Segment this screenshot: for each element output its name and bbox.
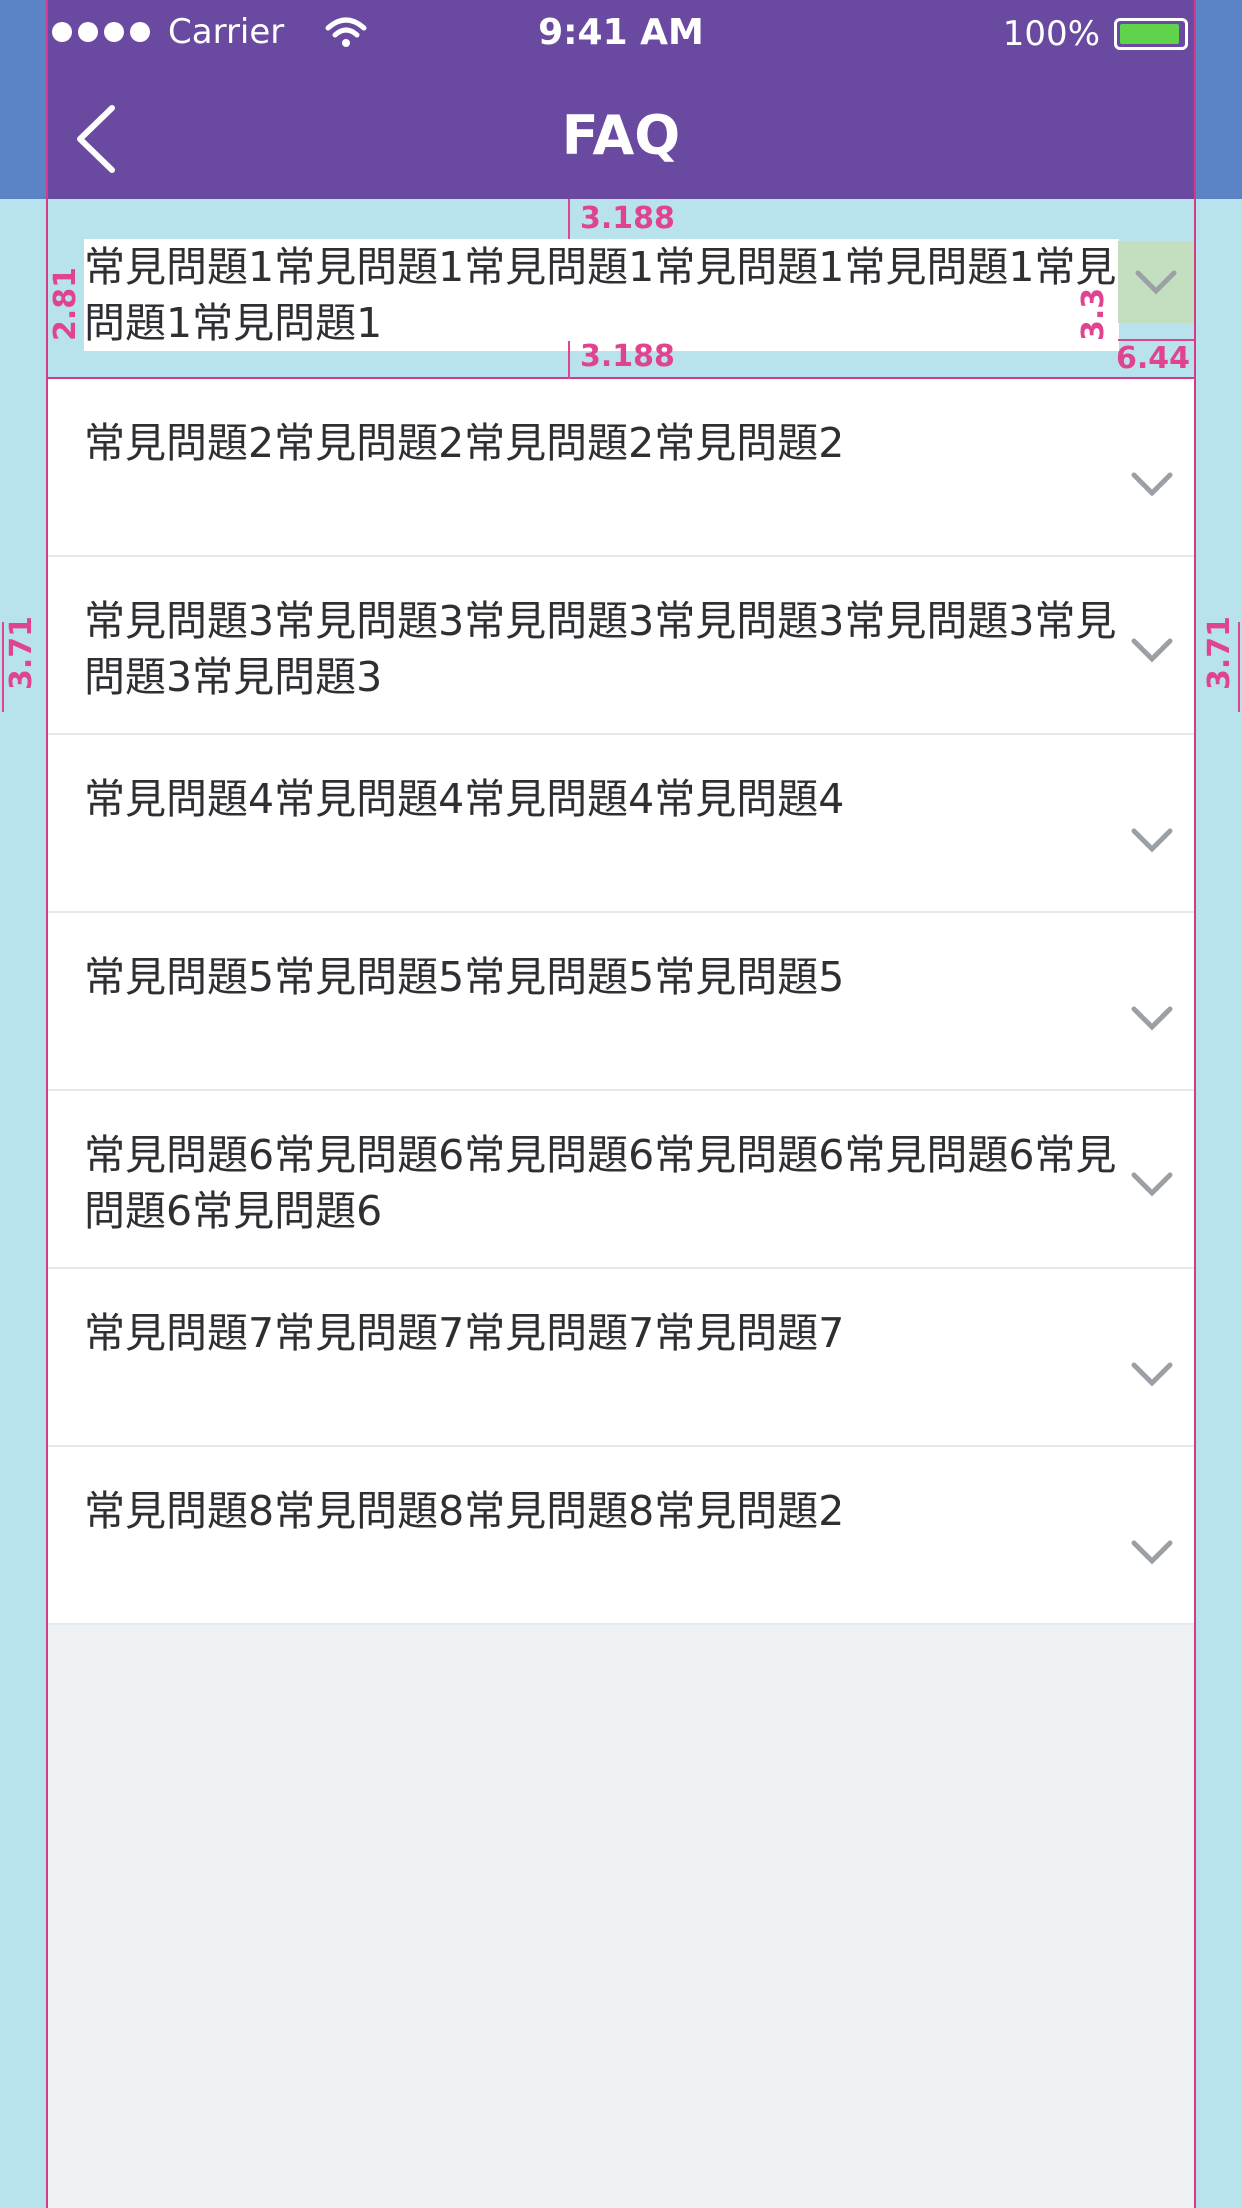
faq-item-7[interactable]: 常見問題7常見問題7常見問題7常見問題7 [48, 1269, 1194, 1447]
chevron-down-icon [1131, 1362, 1173, 1387]
annotation-bottom-gap: 3.188 [580, 339, 675, 374]
faq-item-label: 常見問題2常見問題2常見問題2常見問題2 [84, 419, 845, 467]
annotation-left-gap: 2.81 [48, 266, 83, 341]
faq-item-label: 常見問題4常見問題4常見問題4常見問題4 [84, 775, 845, 823]
app-screen: Carrier 9:41 AM 100% FAQ 常見問題1常見問題1常見問題1… [46, 0, 1196, 2208]
annotation-side-left-line [2, 622, 4, 712]
chevron-down-icon [1135, 270, 1177, 295]
faq-item-label: 常見問題1常見問題1常見問題1常見問題1常見問題1常見問題1常見問題1 [84, 239, 1119, 351]
right-guide-gutter [1196, 0, 1242, 2208]
left-guide-gutter [0, 0, 46, 2208]
status-bar: Carrier 9:41 AM 100% [48, 0, 1194, 66]
faq-item-5[interactable]: 常見問題5常見問題5常見問題5常見問題5 [48, 913, 1194, 1091]
left-guide-cap [0, 0, 46, 199]
faq-item-label: 常見問題8常見問題8常見問題8常見問題2 [84, 1487, 845, 1535]
battery-percent: 100% [1002, 14, 1100, 54]
faq-item-1[interactable]: 常見問題1常見問題1常見問題1常見問題1常見問題1常見問題1常見問題1 3.18… [48, 199, 1194, 379]
chevron-down-icon [1131, 1006, 1173, 1031]
chevron-down-icon [1131, 1172, 1173, 1197]
battery-icon [1114, 18, 1188, 50]
faq-item-label: 常見問題6常見問題6常見問題6常見問題6常見問題6常見問題6常見問題6 [84, 1131, 1117, 1235]
battery-group: 100% [1002, 14, 1194, 54]
annotation-bottom-line [568, 341, 570, 379]
faq-item-3[interactable]: 常見問題3常見問題3常見問題3常見問題3常見問題3常見問題3常見問題3 [48, 557, 1194, 735]
header: Carrier 9:41 AM 100% FAQ [48, 0, 1194, 199]
chevron-down-icon [1131, 638, 1173, 663]
chevron-down-icon [1131, 472, 1173, 497]
expand-icon-area[interactable] [1118, 241, 1194, 323]
faq-item-label: 常見問題7常見問題7常見問題7常見問題7 [84, 1309, 845, 1357]
empty-area [48, 1634, 1194, 2208]
nav-bar: FAQ [48, 66, 1194, 199]
chevron-down-icon [1131, 1540, 1173, 1565]
faq-item-8[interactable]: 常見問題8常見問題8常見問題8常見問題2 [48, 1447, 1194, 1625]
chevron-down-icon [1131, 828, 1173, 853]
right-guide-cap [1196, 0, 1242, 199]
annotation-side-right-line [1238, 622, 1240, 712]
page-title: FAQ [561, 104, 681, 167]
faq-item-label: 常見問題3常見問題3常見問題3常見問題3常見問題3常見問題3常見問題3 [84, 597, 1117, 701]
annotation-top-gap: 3.188 [580, 201, 675, 236]
annotation-icon-gap: 3.3 [1076, 287, 1111, 341]
annotation-side-right: 3.71 [1202, 615, 1237, 690]
faq-item-4[interactable]: 常見問題4常見問題4常見問題4常見問題4 [48, 735, 1194, 913]
faq-item-2[interactable]: 常見問題2常見問題2常見問題2常見問題2 [48, 379, 1194, 557]
faq-item-label: 常見問題5常見問題5常見問題5常見問題5 [84, 953, 845, 1001]
annotation-icon-width: 6.44 [1116, 341, 1191, 376]
faq-list: 常見問題1常見問題1常見問題1常見問題1常見問題1常見問題1常見問題1 3.18… [48, 199, 1194, 1625]
annotation-top-line [568, 199, 570, 239]
faq-item-6[interactable]: 常見問題6常見問題6常見問題6常見問題6常見問題6常見問題6常見問題6 [48, 1091, 1194, 1269]
annotation-side-left: 3.71 [4, 615, 39, 690]
